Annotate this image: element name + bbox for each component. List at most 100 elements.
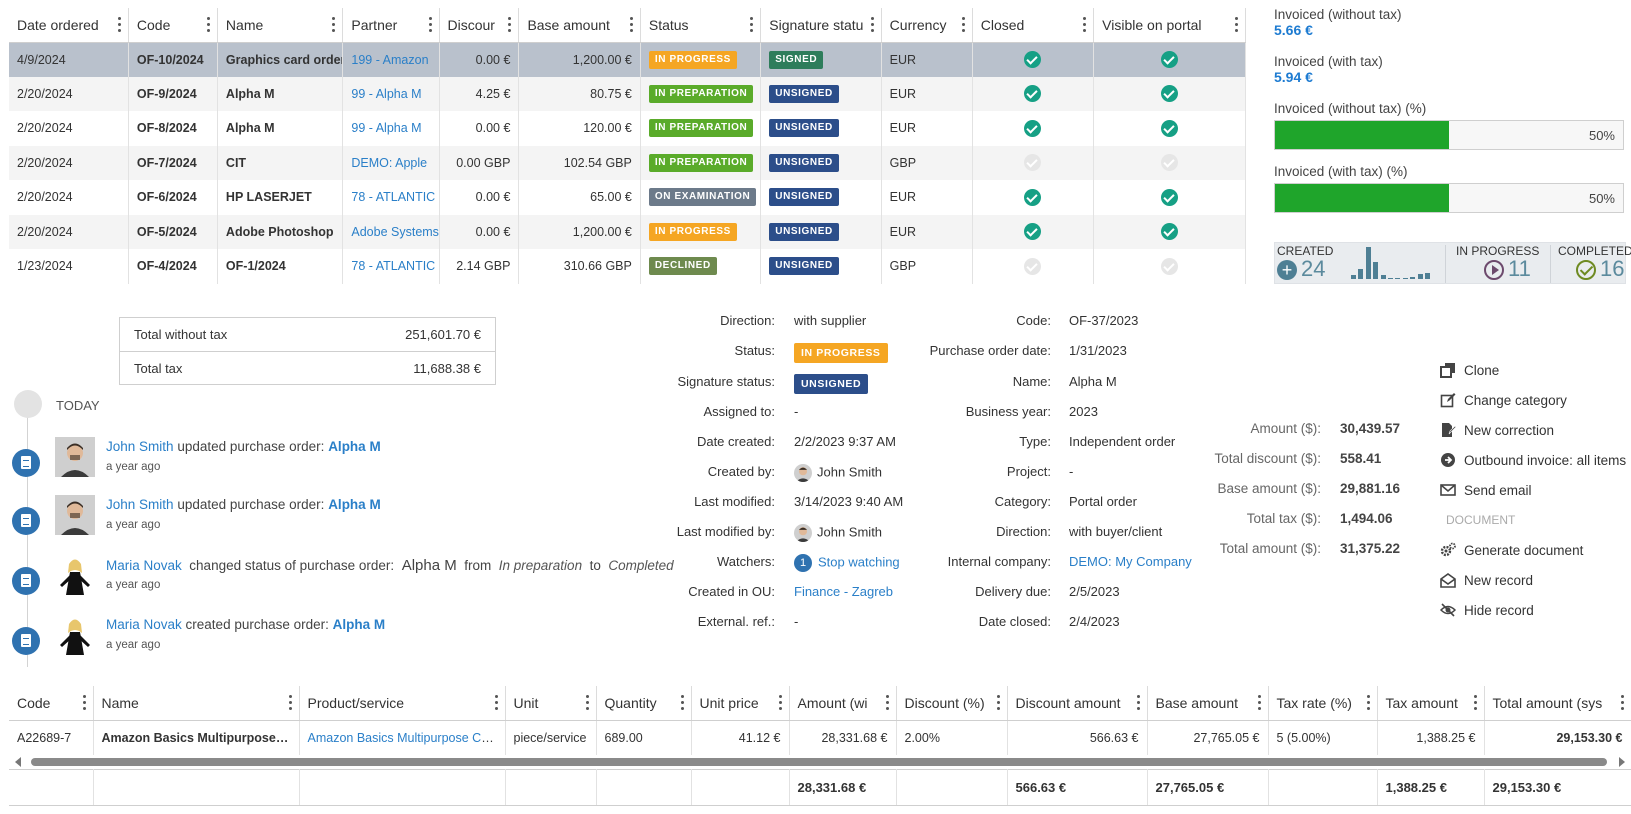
signature-status-value: UNSIGNED (794, 374, 869, 394)
user-link[interactable]: John Smith (106, 439, 174, 454)
stat-created[interactable]: CREATED +24 (1277, 243, 1430, 283)
invoiced-with-tax-value[interactable]: 5.94 € (1274, 69, 1626, 85)
col-currency[interactable]: Currency (881, 8, 973, 43)
generate-document-action[interactable]: Generate document (1440, 535, 1630, 565)
items-col-9[interactable]: Base amount (1147, 686, 1269, 721)
table-row[interactable]: 1/23/2024 OF-4/2024 OF-1/2024 78 - ATLANTIC… (9, 249, 1246, 284)
col-status[interactable]: Status (640, 8, 762, 43)
user-link[interactable]: Maria Novak (106, 617, 182, 632)
items-col-10[interactable]: Tax rate (%) (1268, 686, 1378, 721)
kebab-icon[interactable] (996, 695, 1001, 711)
items-col-8[interactable]: Discount amount (1007, 686, 1148, 721)
invoiced-without-tax-value[interactable]: 5.66 € (1274, 22, 1626, 38)
col-signature-status[interactable]: Signature statu (760, 8, 882, 43)
items-col-3[interactable]: Unit (505, 686, 597, 721)
target-name: Alpha M (401, 557, 457, 574)
table-row[interactable]: 4/9/2024 OF-10/2024 Graphics card order 199… (9, 42, 1246, 77)
col-name[interactable]: Name (217, 8, 344, 43)
horizontal-scrollbar[interactable] (9, 755, 1629, 767)
table-row[interactable]: 2/20/2024 OF-6/2024 HP LASERJET 78 - ATLANT… (9, 180, 1246, 215)
kebab-icon[interactable] (494, 695, 499, 711)
kebab-icon[interactable] (1473, 695, 1478, 711)
item-code: A22689-7 (9, 720, 94, 755)
user-link[interactable]: John Smith (106, 497, 174, 512)
table-row[interactable]: 2/20/2024 OF-7/2024 CIT DEMO: Apple 0.00 GBP… (9, 145, 1246, 180)
kebab-icon[interactable] (680, 695, 685, 711)
item-discount-pct: 2.00% (896, 720, 1008, 755)
stat-in-progress[interactable]: IN PROGRESS 11 (1456, 243, 1539, 283)
base-amount-value: 29,881.16 (1340, 481, 1401, 496)
hide-record-action[interactable]: Hide record (1439, 595, 1630, 625)
col-date-ordered[interactable]: Date ordered (9, 8, 129, 43)
kebab-icon[interactable] (82, 695, 87, 711)
table-row[interactable]: 2/20/2024 OF-5/2024 Adobe Photoshop Adobe S… (9, 214, 1246, 249)
stat-completed[interactable]: COMPLETED 16 (1558, 243, 1631, 283)
items-col-5[interactable]: Unit price (691, 686, 790, 721)
kebab-icon[interactable] (585, 695, 590, 711)
items-col-12[interactable]: Total amount (sys (1484, 686, 1631, 721)
kebab-icon[interactable] (1136, 695, 1141, 711)
kebab-icon[interactable] (750, 17, 754, 33)
col-discount[interactable]: Discour (439, 8, 520, 43)
item-name: Amazon Basics Multipurpose C... (93, 720, 300, 755)
target-link[interactable]: Alpha M (333, 617, 386, 632)
table-row[interactable]: A22689-7 Amazon Basics Multipurpose C...… (9, 720, 1631, 755)
order-code: OF-4/2024 (128, 249, 218, 284)
partner-link[interactable]: Adobe Systems (351, 225, 438, 239)
stop-watching-link[interactable]: Stop watching (818, 554, 900, 569)
table-row[interactable]: 2/20/2024 OF-9/2024 Alpha M 99 - Alpha M 4.2… (9, 76, 1246, 111)
table-row[interactable]: 2/20/2024 OF-8/2024 Alpha M 99 - Alpha M 0.0… (9, 111, 1246, 146)
partner-link[interactable]: 199 - Amazon (351, 53, 428, 67)
partner-link[interactable]: 99 - Alpha M (351, 121, 421, 135)
purchase-order-date-value: 1/31/2023 (1069, 343, 1127, 358)
kebab-icon[interactable] (1235, 17, 1239, 33)
kebab-icon[interactable] (1366, 695, 1371, 711)
scroll-right-icon[interactable] (1619, 757, 1625, 767)
kebab-icon[interactable] (1257, 695, 1262, 711)
scroll-left-icon[interactable] (15, 757, 21, 767)
change-category-action[interactable]: Change category (1440, 385, 1630, 415)
col-visible-on-portal[interactable]: Visible on portal (1093, 8, 1246, 43)
item-product-link[interactable]: Amazon Basics Multipurpose Co... (308, 731, 499, 745)
items-col-1[interactable]: Name (93, 686, 300, 721)
ou-link[interactable]: Finance - Zagreb (794, 584, 893, 599)
items-col-6[interactable]: Amount (wi (789, 686, 897, 721)
items-col-11[interactable]: Tax amount (1377, 686, 1485, 721)
target-link[interactable]: Alpha M (328, 439, 381, 454)
user-link[interactable]: Maria Novak (106, 558, 182, 573)
target-link[interactable]: Alpha M (328, 497, 381, 512)
col-closed[interactable]: Closed (972, 8, 1095, 43)
kebab-icon[interactable] (288, 695, 293, 711)
clone-action[interactable]: Clone (1440, 355, 1630, 385)
items-col-4[interactable]: Quantity (596, 686, 692, 721)
send-email-action[interactable]: Send email (1440, 475, 1630, 505)
kebab-icon[interactable] (885, 695, 890, 711)
partner-link[interactable]: 99 - Alpha M (351, 87, 421, 101)
col-partner[interactable]: Partner (342, 8, 440, 43)
kebab-icon[interactable] (332, 17, 336, 33)
kebab-icon[interactable] (961, 17, 966, 33)
new-correction-action[interactable]: New correction (1440, 415, 1630, 445)
kebab-icon[interactable] (1083, 17, 1087, 33)
items-col-2[interactable]: Product/service (299, 686, 506, 721)
kebab-icon[interactable] (870, 17, 875, 33)
new-record-action[interactable]: New record (1440, 565, 1630, 595)
partner-link[interactable]: 78 - ATLANTIC G (351, 259, 438, 273)
kebab-icon[interactable] (629, 17, 634, 33)
document-icon (12, 567, 40, 595)
kebab-icon[interactable] (778, 695, 783, 711)
partner-link[interactable]: 78 - ATLANTIC G (351, 190, 438, 204)
kebab-icon[interactable] (206, 17, 211, 33)
scrollbar-thumb[interactable] (31, 758, 1607, 766)
partner-link[interactable]: DEMO: Apple (351, 156, 427, 170)
col-code[interactable]: Code (128, 8, 218, 43)
items-col-7[interactable]: Discount (%) (896, 686, 1008, 721)
kebab-icon[interactable] (508, 17, 512, 33)
kebab-icon[interactable] (1620, 695, 1625, 711)
kebab-icon[interactable] (428, 17, 433, 33)
outbound-invoice-action[interactable]: Outbound invoice: all items (1440, 445, 1630, 475)
col-base-amount[interactable]: Base amount (518, 8, 641, 43)
items-col-0[interactable]: Code (9, 686, 94, 721)
internal-company-link[interactable]: DEMO: My Company (1069, 554, 1192, 569)
kebab-icon[interactable] (117, 17, 122, 33)
